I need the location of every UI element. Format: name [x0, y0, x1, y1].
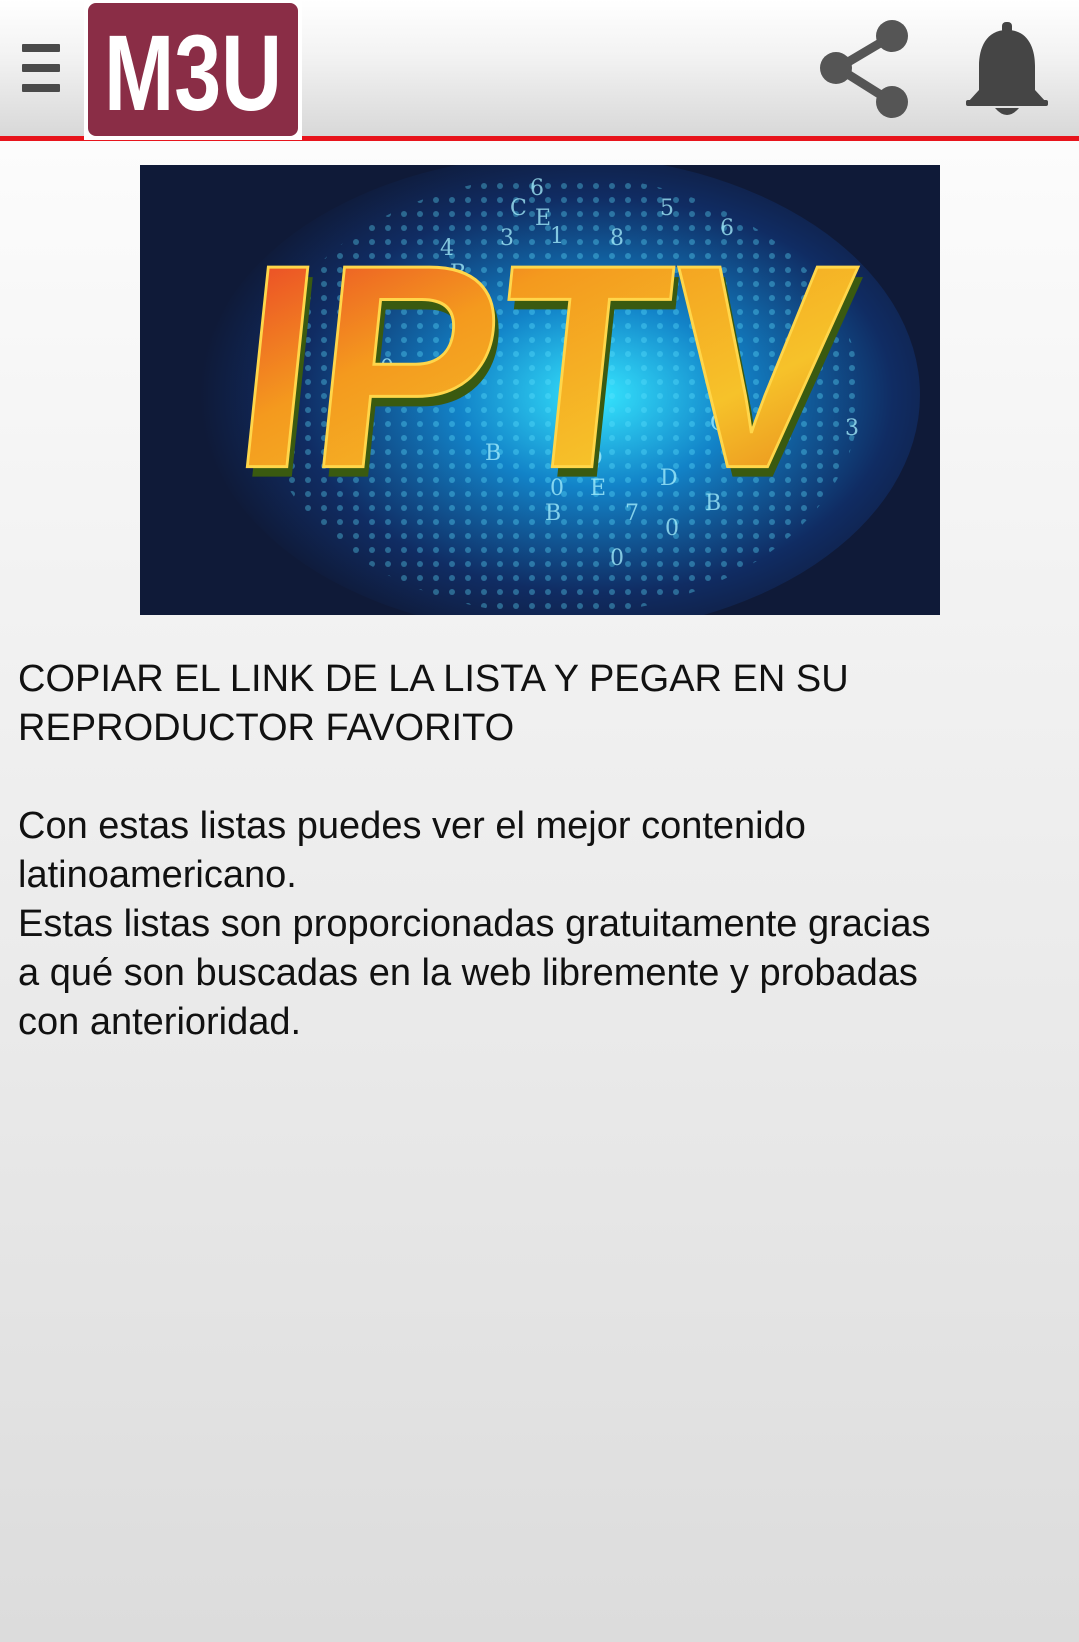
banner-text: IPTV — [222, 204, 867, 528]
iptv-banner-image: 6CE 314 B85 6C3 90D BED B7B 000 E3 IPTV … — [140, 165, 940, 615]
info-text: COPIAR EL LINK DE LA LISTA Y PEGAR EN SU… — [18, 655, 1063, 1047]
menu-bar-top — [22, 44, 60, 52]
menu-bar-middle — [22, 64, 60, 72]
svg-text:0: 0 — [610, 546, 624, 571]
share-icon[interactable] — [810, 14, 920, 124]
hamburger-menu-icon[interactable] — [18, 38, 64, 98]
description-line-1: Con estas listas puedes ver el mejor con… — [18, 805, 806, 847]
logo-wordmark: M3U — [104, 12, 282, 130]
app-logo: M3U — [84, 0, 302, 140]
description-line-4: a qué son buscadas en la web libremente … — [18, 952, 918, 994]
bell-icon[interactable] — [962, 20, 1052, 120]
menu-bar-bottom — [22, 84, 60, 92]
svg-text:6: 6 — [530, 176, 544, 201]
app-toolbar: M3U — [0, 0, 1079, 141]
logo-text: M3U — [104, 12, 282, 130]
description-line-5: con anterioridad. — [18, 1001, 302, 1043]
instruction-heading-line-1: COPIAR EL LINK DE LA LISTA Y PEGAR EN SU — [18, 658, 849, 700]
instruction-heading-line-2: REPRODUCTOR FAVORITO — [18, 707, 515, 749]
description-line-3: Estas listas son proporcionadas gratuita… — [18, 903, 931, 945]
description-line-2: latinoamericano. — [18, 854, 297, 896]
logo-badge: M3U — [88, 3, 298, 136]
